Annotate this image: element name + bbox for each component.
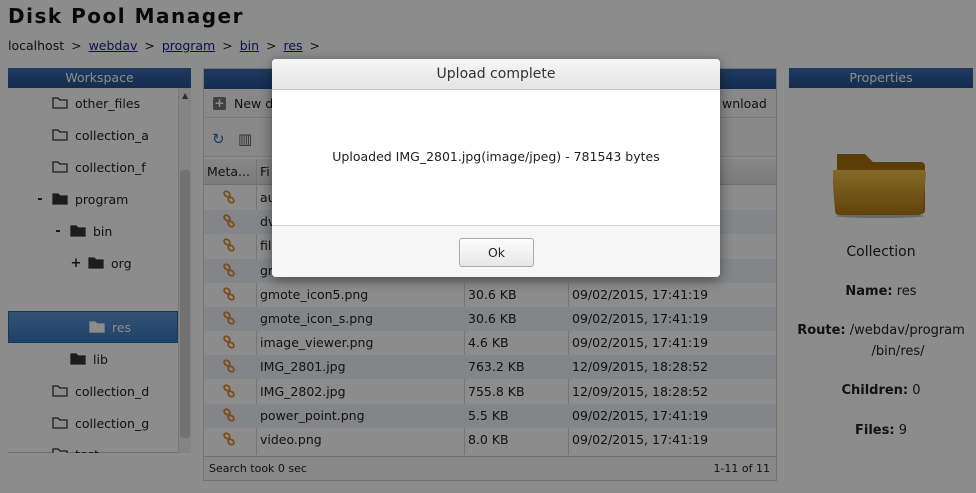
ok-button[interactable]: Ok [459,238,534,267]
dialog-footer: Ok [272,225,720,277]
dialog-title: Upload complete [272,59,720,90]
upload-complete-dialog: Upload complete Uploaded IMG_2801.jpg(im… [272,59,720,277]
dialog-message: Uploaded IMG_2801.jpg(image/jpeg) - 7815… [332,149,660,164]
